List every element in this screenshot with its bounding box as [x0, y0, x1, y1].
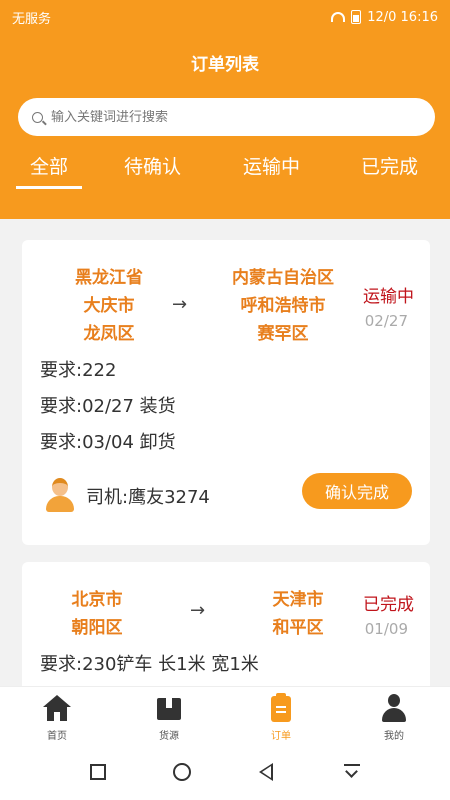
order-card[interactable]: 黑龙江省 大庆市 龙凤区 → 内蒙古自治区 呼和浩特市 赛罕区 运输中 02/2…	[22, 240, 430, 545]
search-input[interactable]	[51, 109, 411, 125]
driver-avatar-icon	[44, 478, 76, 514]
status-bar: 无服务 12/0 16:16	[0, 0, 450, 34]
nav-label: 我的	[384, 731, 404, 742]
user-icon	[379, 693, 409, 723]
system-nav-bar	[0, 744, 450, 800]
nav-profile[interactable]: 我的	[364, 693, 424, 742]
origin-city: 北京市	[71, 590, 123, 610]
tab-completed[interactable]: 已完成	[361, 152, 418, 179]
status-time: 12/0 16:16	[367, 9, 438, 25]
destination-city: 天津市	[272, 590, 324, 610]
arrow-icon: →	[190, 600, 206, 621]
origin-province: 黑龙江省	[75, 268, 143, 288]
nav-goods[interactable]: 货源	[139, 693, 199, 742]
origin-address: 北京市 朝阳区	[52, 586, 142, 642]
order-tabs: 全部 待确认 运输中 已完成	[0, 148, 450, 189]
confirm-complete-button[interactable]: 确认完成	[302, 473, 412, 509]
tab-in-transit[interactable]: 运输中	[243, 152, 300, 179]
home-button-icon[interactable]	[173, 763, 191, 781]
destination-address: 内蒙古自治区 呼和浩特市 赛罕区	[218, 264, 348, 348]
tab-pending[interactable]: 待确认	[124, 152, 181, 179]
nav-label: 订单	[271, 731, 291, 742]
destination-address: 天津市 和平区	[258, 586, 338, 642]
home-icon	[42, 693, 72, 723]
order-card[interactable]: 北京市 朝阳区 → 天津市 和平区 已完成 01/09 要求:230铲车 长1米…	[22, 562, 430, 692]
status-badge: 已完成	[363, 595, 414, 615]
battery-icon	[351, 10, 362, 24]
arrow-icon: →	[172, 294, 188, 315]
requirement-unload: 要求:03/04 卸货	[40, 432, 176, 453]
bottom-nav: 首页 货源 订单 我的	[0, 686, 450, 744]
notification-down-icon[interactable]	[344, 764, 360, 780]
driver-name: 司机:鹰友3274	[86, 487, 210, 508]
order-icon	[266, 693, 296, 723]
recent-apps-icon[interactable]	[90, 764, 106, 780]
nav-home[interactable]: 首页	[27, 693, 87, 742]
search-icon	[32, 111, 43, 123]
destination-district: 赛罕区	[257, 324, 309, 344]
page-title: 订单列表	[191, 55, 259, 75]
back-icon[interactable]	[259, 763, 273, 781]
requirement-text: 要求:222	[40, 360, 117, 381]
tab-all[interactable]: 全部	[15, 152, 83, 189]
origin-district: 龙凤区	[83, 324, 135, 344]
nav-label: 首页	[47, 731, 67, 742]
destination-province: 内蒙古自治区	[232, 268, 334, 288]
nav-label: 货源	[159, 731, 179, 742]
destination-district: 和平区	[272, 618, 324, 638]
order-date: 01/09	[364, 620, 408, 638]
origin-address: 黑龙江省 大庆市 龙凤区	[54, 264, 164, 348]
header: 无服务 12/0 16:16 订单列表 全部 待确认 运输中 已完成	[0, 0, 450, 219]
carrier-text: 无服务	[12, 11, 52, 27]
box-icon	[154, 693, 184, 723]
nav-orders[interactable]: 订单	[251, 693, 311, 742]
search-bar[interactable]	[18, 98, 435, 136]
driver-info: 司机:鹰友3274	[44, 478, 210, 514]
requirement-text: 要求:230铲车 长1米 宽1米	[40, 654, 259, 675]
origin-city: 大庆市	[83, 296, 135, 316]
origin-district: 朝阳区	[71, 618, 123, 638]
requirement-load: 要求:02/27 装货	[40, 396, 176, 417]
destination-city: 呼和浩特市	[240, 296, 326, 316]
wifi-icon	[331, 12, 346, 22]
order-date: 02/27	[364, 312, 408, 330]
status-badge: 运输中	[363, 287, 414, 307]
